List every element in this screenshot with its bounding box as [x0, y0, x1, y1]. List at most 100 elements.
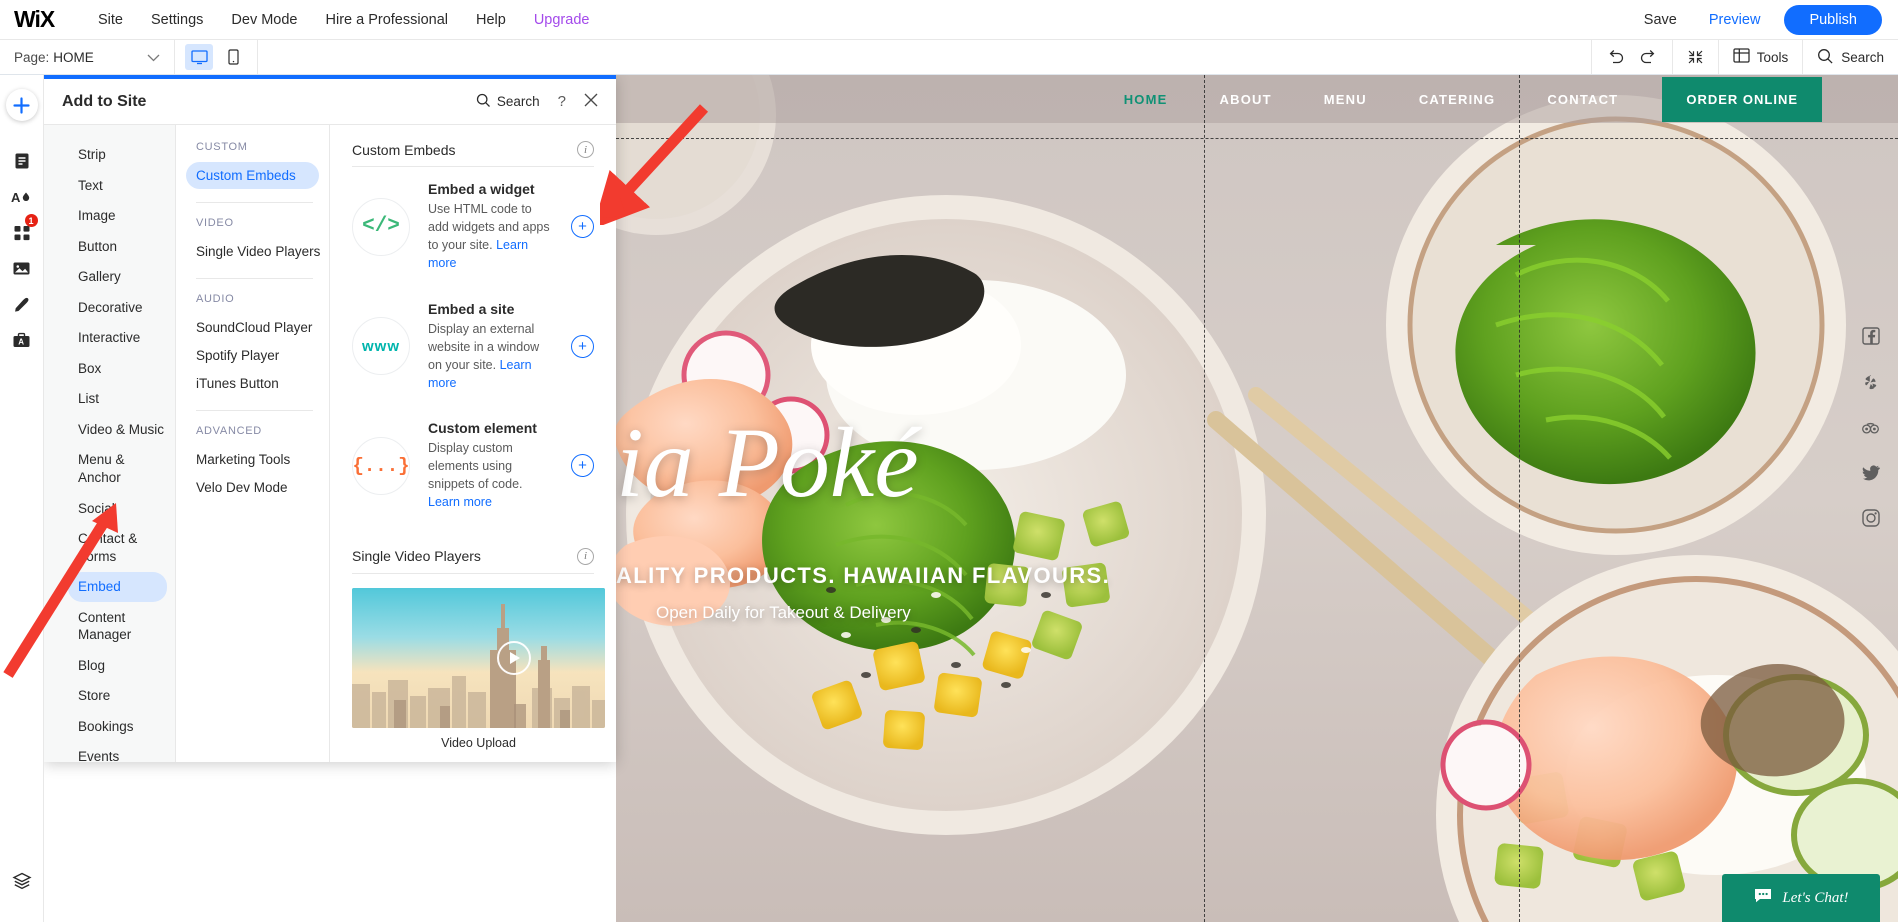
chat-bubble-icon — [1753, 887, 1773, 909]
sidebar-item-site-design[interactable]: A — [0, 183, 44, 210]
editor-toolbar: Page: HOME Tools Search — [0, 40, 1898, 75]
subnav-marketing-tools[interactable]: Marketing Tools — [186, 446, 319, 473]
site-nav-menu[interactable]: MENU — [1298, 92, 1393, 107]
custom-element-learn-more[interactable]: Learn more — [428, 495, 492, 509]
category-events[interactable]: Events — [56, 742, 167, 762]
category-interactive[interactable]: Interactive — [56, 323, 167, 353]
wix-editor-window: WiX Site Settings Dev Mode Hire a Profes… — [0, 0, 1898, 922]
plus-icon[interactable] — [5, 89, 38, 121]
mobile-icon[interactable] — [219, 44, 247, 70]
embed-widget-desc: Use HTML code to add widgets and apps to… — [428, 200, 553, 273]
sidebar-item-layers[interactable] — [0, 867, 44, 894]
site-navigation-bar[interactable]: HOME ABOUT MENU CATERING CONTACT ORDER O… — [616, 75, 1898, 123]
category-store[interactable]: Store — [56, 681, 167, 711]
embed-widget-add-button[interactable]: + — [571, 215, 594, 239]
category-embed[interactable]: Embed — [68, 572, 167, 602]
category-blog[interactable]: Blog — [56, 651, 167, 681]
editor-search-button[interactable]: Search — [1817, 48, 1884, 67]
zoom-out-icon[interactable] — [1687, 49, 1704, 65]
menu-upgrade[interactable]: Upgrade — [520, 6, 604, 34]
facebook-icon[interactable] — [1861, 327, 1880, 350]
twitter-icon[interactable] — [1862, 465, 1880, 486]
tools-group: Tools — [1717, 40, 1803, 74]
yelp-icon[interactable] — [1862, 373, 1880, 396]
category-menu-anchor[interactable]: Menu & Anchor — [56, 445, 167, 492]
menu-settings[interactable]: Settings — [137, 6, 217, 34]
svg-text:A: A — [11, 190, 21, 205]
add-panel-body: Strip Text Image Button Gallery Decorati… — [44, 125, 616, 762]
info-icon[interactable]: i — [577, 547, 594, 565]
order-online-button[interactable]: ORDER ONLINE — [1662, 76, 1822, 122]
menu-help[interactable]: Help — [462, 6, 520, 34]
publish-button[interactable]: Publish — [1784, 4, 1882, 35]
video-upload-card[interactable]: Video Upload — [330, 574, 616, 754]
redo-icon[interactable] — [1639, 49, 1658, 65]
video-upload-thumbnail[interactable] — [352, 587, 605, 728]
embed-site-text: Embed a site Display an external website… — [428, 301, 553, 393]
sidebar-item-app-market[interactable]: 1 — [0, 214, 44, 246]
site-nav-about[interactable]: ABOUT — [1194, 92, 1298, 107]
subnav-itunes-button[interactable]: iTunes Button — [186, 370, 319, 397]
undo-icon[interactable] — [1606, 49, 1625, 65]
category-content-manager[interactable]: Content Manager — [56, 603, 167, 650]
sidebar-item-my-business[interactable]: A — [0, 327, 44, 354]
category-box[interactable]: Box — [56, 354, 167, 384]
tools-button[interactable]: Tools — [1733, 48, 1788, 66]
category-bookings[interactable]: Bookings — [56, 712, 167, 742]
category-contact-forms[interactable]: Contact & Forms — [56, 524, 167, 571]
subnav-custom-embeds[interactable]: Custom Embeds — [186, 162, 319, 189]
subnav-soundcloud-player[interactable]: SoundCloud Player — [186, 314, 319, 341]
category-image[interactable]: Image — [56, 201, 167, 231]
preview-button[interactable]: Preview — [1693, 6, 1777, 34]
toolbar-right-group: Tools Search — [1590, 40, 1898, 74]
search-group: Search — [1802, 40, 1898, 74]
panel-icon — [1733, 48, 1750, 66]
subnav-single-video-players[interactable]: Single Video Players — [186, 238, 320, 265]
close-icon[interactable] — [584, 93, 598, 111]
subnav-spotify-player[interactable]: Spotify Player — [186, 342, 319, 369]
add-panel-search-label: Search — [496, 94, 540, 109]
page-selector-value: HOME — [53, 49, 94, 65]
embed-widget-item[interactable]: </> Embed a widget Use HTML code to add … — [330, 167, 616, 287]
category-button[interactable]: Button — [56, 232, 167, 262]
wix-logo[interactable]: WiX — [14, 8, 70, 31]
embed-site-add-button[interactable]: + — [571, 334, 594, 358]
site-canvas[interactable]: HOME ABOUT MENU CATERING CONTACT ORDER O… — [616, 75, 1898, 922]
instagram-icon[interactable] — [1861, 509, 1880, 532]
menu-site[interactable]: Site — [84, 6, 137, 34]
category-list[interactable]: List — [56, 384, 167, 414]
site-nav-contact[interactable]: CONTACT — [1521, 92, 1644, 107]
tripadvisor-icon[interactable] — [1861, 419, 1880, 442]
category-decorative[interactable]: Decorative — [56, 293, 167, 323]
site-nav-catering[interactable]: CATERING — [1393, 92, 1522, 107]
custom-element-item[interactable]: {...} Custom element Display custom elem… — [330, 406, 616, 526]
desktop-icon[interactable] — [185, 44, 213, 70]
sidebar-item-content-manager[interactable] — [0, 291, 44, 318]
category-gallery[interactable]: Gallery — [56, 262, 167, 292]
question-icon[interactable]: ? — [558, 93, 566, 110]
add-panel-search-button[interactable]: Search — [476, 93, 540, 111]
video-sub-items: YouTube — [330, 754, 616, 763]
menu-dev-mode[interactable]: Dev Mode — [217, 6, 311, 34]
chat-widget[interactable]: Let's Chat! — [1722, 874, 1880, 922]
site-nav-home[interactable]: HOME — [1098, 92, 1194, 107]
custom-element-icon: {...} — [352, 436, 410, 495]
site-nav-links: HOME ABOUT MENU CATERING CONTACT — [1098, 92, 1645, 107]
search-icon — [476, 93, 491, 111]
menu-hire-professional[interactable]: Hire a Professional — [312, 6, 463, 34]
category-video-music[interactable]: Video & Music — [56, 415, 167, 445]
info-icon[interactable]: i — [577, 141, 594, 158]
device-switcher — [175, 40, 258, 74]
sidebar-item-my-media[interactable] — [0, 255, 44, 282]
save-button[interactable]: Save — [1628, 6, 1693, 34]
category-social[interactable]: Social — [56, 494, 167, 524]
category-text[interactable]: Text — [56, 171, 167, 201]
custom-element-add-button[interactable]: + — [571, 454, 594, 478]
sidebar-item-pages[interactable] — [0, 147, 44, 174]
history-group — [1590, 40, 1672, 74]
add-panel-header-actions: Search ? — [476, 93, 598, 111]
category-strip[interactable]: Strip — [56, 140, 167, 170]
page-selector[interactable]: Page: HOME — [0, 40, 175, 74]
embed-site-item[interactable]: www Embed a site Display an external web… — [330, 287, 616, 407]
subnav-velo-dev-mode[interactable]: Velo Dev Mode — [186, 474, 319, 501]
